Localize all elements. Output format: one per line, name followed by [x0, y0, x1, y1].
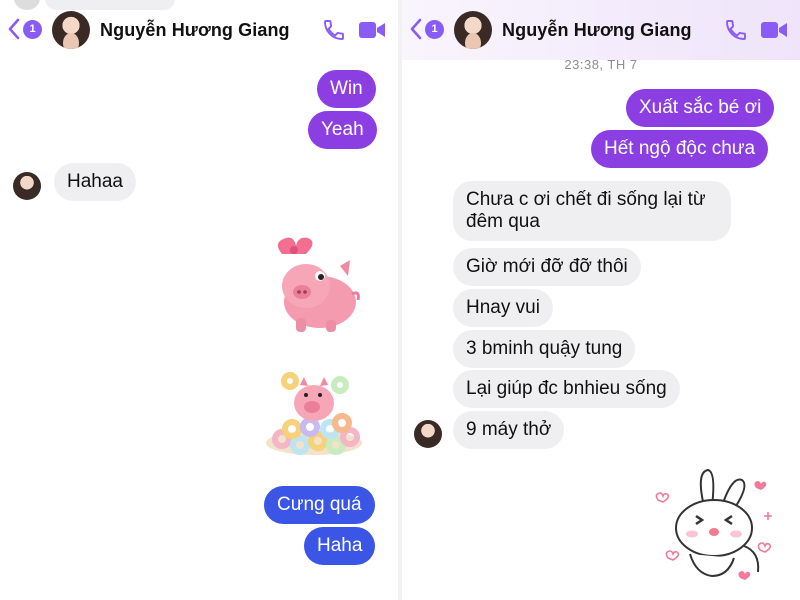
contact-name[interactable]: Nguyễn Hương Giang: [502, 20, 692, 41]
video-call-icon[interactable]: [760, 19, 788, 41]
bunny-hearts-sticker[interactable]: [652, 466, 782, 594]
message-bubble-outgoing[interactable]: Hết ngộ độc chưa: [591, 130, 769, 168]
video-call-icon[interactable]: [358, 19, 386, 41]
left-chat-pane: 1 Nguyễn Hương Giang Win Yeah Hahaa Cưng…: [0, 0, 398, 600]
message-bubble-outgoing[interactable]: Haha: [304, 527, 376, 565]
message-timestamp: 23:38, TH 7: [564, 57, 638, 72]
message-bubble-incoming[interactable]: Hahaa: [54, 163, 136, 201]
contact-avatar[interactable]: [454, 11, 492, 49]
back-button[interactable]: 1: [410, 14, 444, 44]
message-bubble-partial: [45, 0, 175, 10]
contact-avatar-small[interactable]: [13, 172, 41, 200]
message-bubble-incoming[interactable]: Lại giúp đc bnhieu sống: [453, 370, 680, 408]
pig-on-donuts-sticker[interactable]: [262, 365, 366, 457]
unread-badge: 1: [425, 19, 444, 39]
message-bubble-outgoing[interactable]: Xuất sắc bé ơi: [626, 89, 775, 127]
message-bubble-incoming[interactable]: 9 máy thở: [453, 411, 565, 449]
pig-with-bow-sticker[interactable]: [268, 236, 364, 336]
chevron-left-icon: [8, 18, 20, 40]
right-chat-pane: 1 Nguyễn Hương Giang 23:38, TH 7 Xuất sắ…: [402, 0, 800, 600]
message-bubble-outgoing[interactable]: Win: [317, 70, 376, 108]
message-bubble-incoming[interactable]: 3 bminh quậy tung: [453, 330, 636, 368]
message-bubble-outgoing[interactable]: Cưng quá: [264, 486, 375, 524]
chevron-left-icon: [410, 18, 422, 40]
chat-header: 1 Nguyễn Hương Giang: [402, 0, 800, 60]
message-bubble-outgoing[interactable]: Yeah: [308, 111, 377, 149]
phone-icon[interactable]: [724, 18, 748, 42]
phone-icon[interactable]: [322, 18, 346, 42]
message-bubble-incoming[interactable]: Chưa c ơi chết đi sống lại từ đêm qua: [453, 181, 731, 241]
unread-badge: 1: [23, 19, 42, 39]
contact-name[interactable]: Nguyễn Hương Giang: [100, 20, 290, 41]
message-bubble-incoming[interactable]: Giờ mới đỡ đỡ thôi: [453, 248, 641, 286]
contact-avatar[interactable]: [52, 11, 90, 49]
back-button[interactable]: 1: [8, 14, 42, 44]
contact-avatar-small[interactable]: [414, 420, 442, 448]
message-bubble-incoming[interactable]: Hnay vui: [453, 289, 553, 327]
